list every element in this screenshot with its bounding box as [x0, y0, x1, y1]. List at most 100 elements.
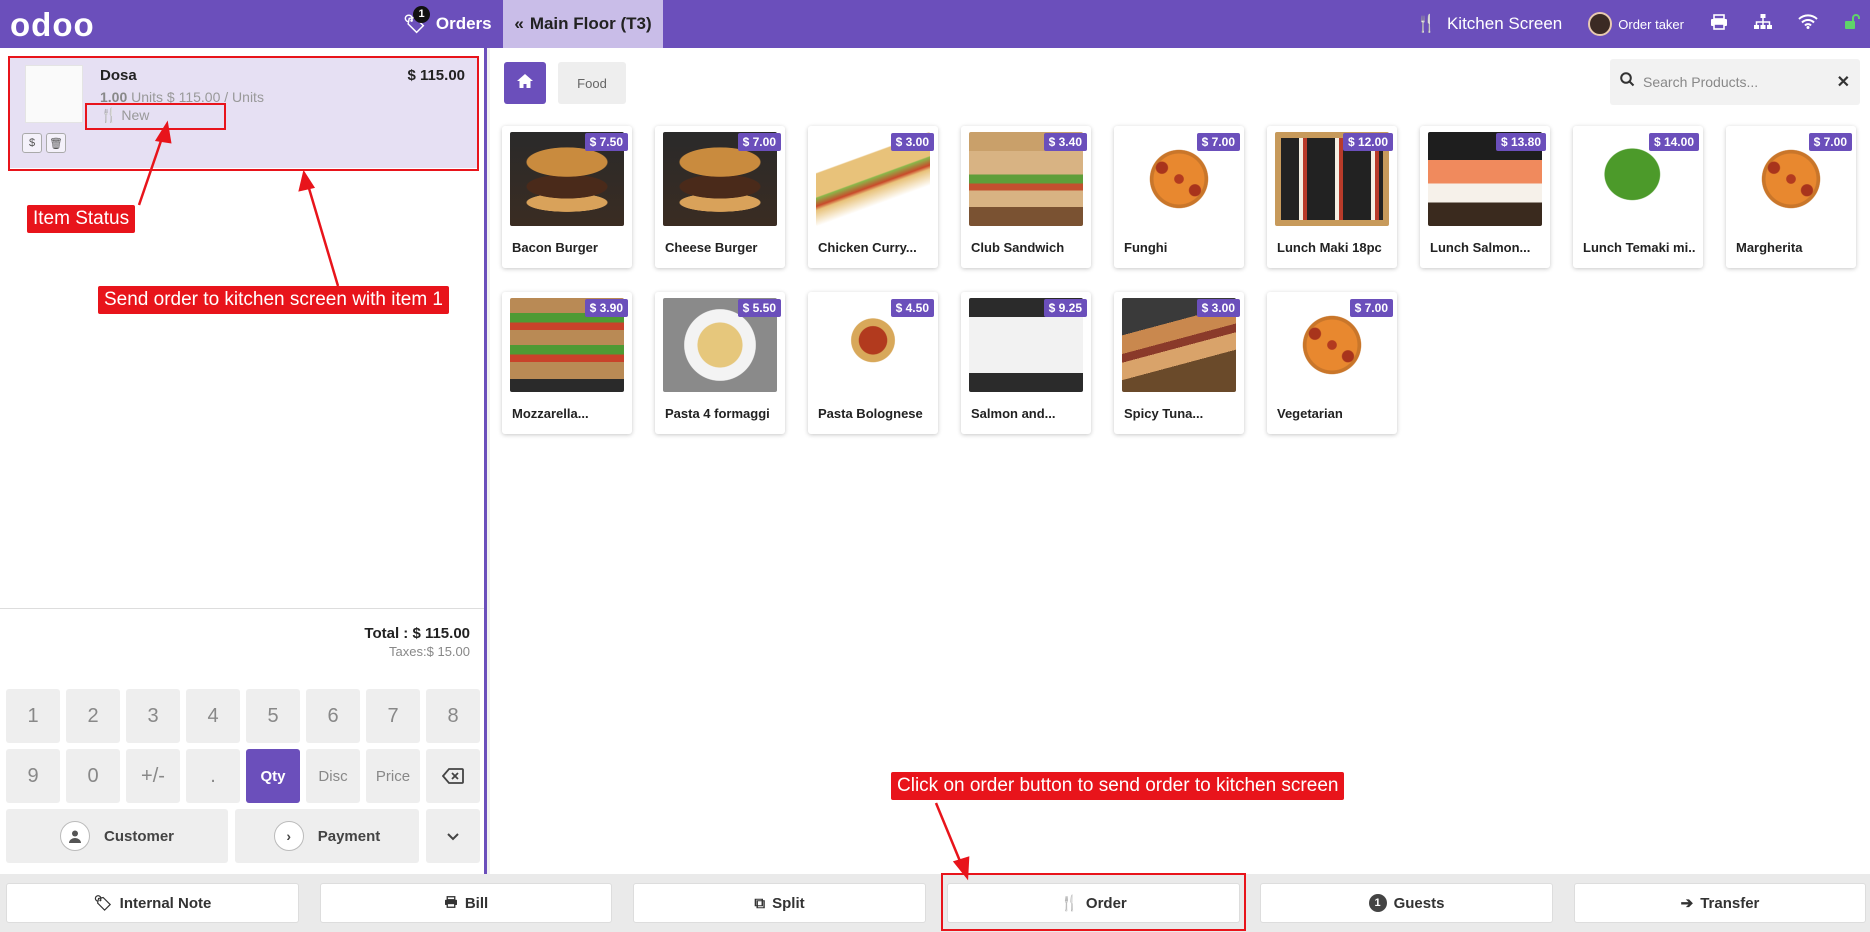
product-card[interactable]: $ 7.50 Bacon Burger	[502, 126, 632, 268]
product-card[interactable]: $ 5.50 Pasta 4 formaggi	[655, 292, 785, 434]
product-name: Salmon and...	[971, 406, 1056, 421]
product-price-badge: $ 7.00	[1349, 299, 1393, 317]
product-card[interactable]: $ 7.00 Cheese Burger	[655, 126, 785, 268]
product-price-badge: $ 12.00	[1342, 133, 1393, 151]
top-bar: odoo 🏷 1 Orders « Main Floor (T3) 🍴 Kitch…	[0, 0, 1870, 48]
annotation-order-button-box	[941, 873, 1246, 931]
guests-button[interactable]: 1 Guests	[1260, 883, 1553, 923]
product-name: Spicy Tuna...	[1124, 406, 1204, 421]
category-food-button[interactable]: Food	[558, 62, 626, 104]
annotation-order-line-box	[8, 56, 479, 171]
numpad-key-9[interactable]: 9	[6, 749, 60, 803]
numpad-key-3[interactable]: 3	[126, 689, 180, 743]
product-card[interactable]: $ 13.80 Lunch Salmon...	[1420, 126, 1550, 268]
user-name: Order taker	[1618, 16, 1684, 32]
annotation-click-order: Click on order button to send order to k…	[891, 772, 1345, 800]
product-name: Margherita	[1736, 240, 1803, 255]
product-card[interactable]: $ 9.25 Salmon and...	[961, 292, 1091, 434]
product-name: Cheese Burger	[665, 240, 758, 255]
orders-label: Orders	[435, 14, 492, 33]
internal-note-button[interactable]: 🏷 Internal Note	[6, 883, 299, 923]
home-category-button[interactable]	[504, 62, 546, 104]
payment-label: Payment	[317, 827, 381, 845]
order-panel: Dosa $ 115.00 1.00 Units $ 115.00 / Unit…	[0, 48, 487, 874]
transfer-button[interactable]: ➔ Transfer	[1574, 883, 1866, 923]
product-card[interactable]: $ 7.00 Margherita	[1726, 126, 1856, 268]
product-price-badge: $ 3.40	[1043, 133, 1087, 151]
payment-button[interactable]: › Payment	[235, 809, 419, 863]
utensils-icon: 🍴	[1415, 14, 1437, 33]
kitchen-screen-label: Kitchen Screen	[1446, 14, 1563, 33]
customer-label: Customer	[103, 827, 174, 845]
product-name: Lunch Salmon...	[1430, 240, 1531, 255]
double-chevron-left-icon: «	[514, 14, 524, 33]
product-card[interactable]: $ 3.40 Club Sandwich	[961, 126, 1091, 268]
numpad-key-5[interactable]: 5	[246, 689, 300, 743]
floor-button[interactable]: « Main Floor (T3)	[503, 0, 663, 48]
product-card[interactable]: $ 7.00 Vegetarian	[1267, 292, 1397, 434]
tag-icon: 🏷	[93, 895, 113, 912]
numpad-key-4[interactable]: 4	[186, 689, 240, 743]
clear-search-icon[interactable]: ✕	[1837, 72, 1850, 92]
printer-icon[interactable]	[1710, 13, 1728, 35]
numpad-key-0[interactable]: 0	[66, 749, 120, 803]
product-card[interactable]: $ 4.50 Pasta Bolognese	[808, 292, 938, 434]
odoo-logo: odoo	[10, 6, 95, 43]
chevron-right-icon: ›	[273, 821, 304, 851]
numpad-key-1[interactable]: 1	[6, 689, 60, 743]
numpad-mode-price[interactable]: Price	[366, 749, 420, 803]
numpad-key-2[interactable]: 2	[66, 689, 120, 743]
guests-count-badge: 1	[1368, 894, 1387, 912]
backspace-icon[interactable]	[426, 749, 480, 803]
product-price-badge: $ 3.90	[584, 299, 628, 317]
product-card[interactable]: $ 3.00 Spicy Tuna...	[1114, 292, 1244, 434]
user-menu[interactable]: Order taker	[1588, 12, 1684, 36]
top-right-tools: 🍴 Kitchen Screen Order taker	[1416, 0, 1870, 48]
product-name: Chicken Curry...	[818, 240, 917, 255]
printer-icon	[444, 895, 458, 912]
numpad-key-6[interactable]: 6	[306, 689, 360, 743]
orders-button[interactable]: 🏷 1 Orders	[403, 0, 492, 48]
customer-button[interactable]: Customer	[6, 809, 228, 863]
tag-icon: 🏷 1	[403, 5, 430, 35]
bill-label: Bill	[464, 894, 489, 912]
internal-note-label: Internal Note	[119, 894, 212, 912]
product-name: Bacon Burger	[512, 240, 598, 255]
product-name: Vegetarian	[1277, 406, 1343, 421]
numpad: 1 2 3 4 5 6 7 8 9 0 +/- . Qty Disc Price	[6, 689, 480, 803]
product-card[interactable]: $ 3.00 Chicken Curry...	[808, 126, 938, 268]
numpad-key-decimal[interactable]: .	[186, 749, 240, 803]
kitchen-screen-button[interactable]: 🍴 Kitchen Screen	[1416, 14, 1562, 34]
arrow-right-icon: ➔	[1680, 895, 1694, 912]
product-card[interactable]: $ 12.00 Lunch Maki 18pc	[1267, 126, 1397, 268]
bill-button[interactable]: Bill	[320, 883, 612, 923]
product-panel: Food ✕ $ 7.50 Bacon Burger $ 7.00 Cheese Bu…	[490, 48, 1870, 874]
more-actions-button[interactable]	[426, 809, 480, 863]
avatar	[1588, 12, 1613, 36]
floor-label: Main Floor (T3)	[529, 14, 652, 33]
product-card[interactable]: $ 3.90 Mozzarella...	[502, 292, 632, 434]
transfer-label: Transfer	[1700, 894, 1760, 912]
order-total: Total : $ 115.00	[364, 625, 470, 642]
unlock-icon[interactable]	[1844, 13, 1860, 35]
product-price-badge: $ 3.00	[890, 133, 934, 151]
numpad-key-7[interactable]: 7	[366, 689, 420, 743]
product-card[interactable]: $ 14.00 Lunch Temaki mi...	[1573, 126, 1703, 268]
sitemap-icon[interactable]	[1754, 13, 1772, 35]
split-button[interactable]: ⧉ Split	[633, 883, 926, 923]
search-icon	[1620, 72, 1635, 92]
product-price-badge: $ 7.50	[584, 133, 628, 151]
product-card[interactable]: $ 7.00 Funghi	[1114, 126, 1244, 268]
search-input[interactable]	[1643, 74, 1829, 90]
numpad-mode-qty[interactable]: Qty	[246, 749, 300, 803]
numpad-key-sign[interactable]: +/-	[126, 749, 180, 803]
product-grid: $ 7.50 Bacon Burger $ 7.00 Cheese Burger $ 3…	[502, 126, 1856, 434]
product-price-badge: $ 7.00	[1196, 133, 1240, 151]
annotation-status-box	[85, 103, 226, 130]
annotation-send-order: Send order to kitchen screen with item 1	[98, 286, 450, 314]
bottom-action-bar: 🏷 Internal Note Bill ⧉ Split 🍴 Order 1 G…	[0, 874, 1870, 932]
home-icon	[516, 73, 534, 94]
numpad-mode-disc[interactable]: Disc	[306, 749, 360, 803]
orders-count-badge: 1	[413, 5, 430, 23]
numpad-key-8[interactable]: 8	[426, 689, 480, 743]
